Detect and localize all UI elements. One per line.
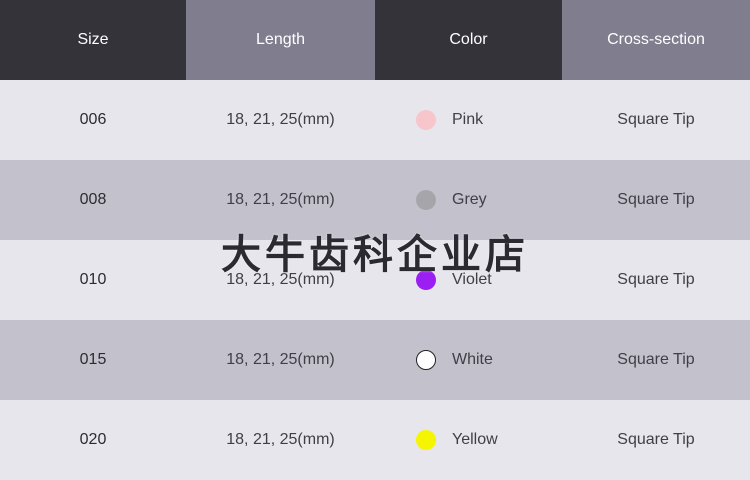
size-cell: 006 bbox=[79, 111, 107, 128]
color-cell: Yellow bbox=[375, 400, 562, 480]
length-cell: 18, 21, 25(mm) bbox=[226, 191, 335, 208]
length-cell: 18, 21, 25(mm) bbox=[226, 111, 335, 128]
length-cell: 18, 21, 25(mm) bbox=[226, 431, 335, 448]
color-cell: Violet bbox=[375, 240, 562, 320]
cross-section-cell: Square Tip bbox=[617, 191, 695, 208]
spec-table: Size Length Color Cross-section 006 18, … bbox=[0, 0, 750, 480]
length-cell: 18, 21, 25(mm) bbox=[226, 351, 335, 368]
length-cell: 18, 21, 25(mm) bbox=[226, 271, 335, 288]
color-swatch-icon bbox=[416, 270, 436, 290]
table-row: 010 18, 21, 25(mm) Violet Square Tip bbox=[0, 240, 750, 320]
table-row: 008 18, 21, 25(mm) Grey Square Tip bbox=[0, 160, 750, 240]
color-cell: Pink bbox=[375, 80, 562, 160]
header-length: Length bbox=[186, 0, 375, 80]
color-name: Pink bbox=[452, 111, 484, 128]
header-cross-section: Cross-section bbox=[562, 0, 750, 80]
header-color: Color bbox=[375, 0, 562, 80]
color-name: Violet bbox=[452, 271, 492, 288]
color-name: Yellow bbox=[452, 431, 498, 448]
size-cell: 008 bbox=[79, 191, 107, 208]
color-swatch-icon bbox=[416, 190, 436, 210]
color-swatch-icon bbox=[416, 430, 436, 450]
header-size: Size bbox=[0, 0, 186, 80]
table-header: Size Length Color Cross-section bbox=[0, 0, 750, 80]
size-cell: 020 bbox=[79, 431, 107, 448]
cross-section-cell: Square Tip bbox=[617, 431, 695, 448]
color-cell: Grey bbox=[375, 160, 562, 240]
color-cell: White bbox=[375, 320, 562, 400]
color-swatch-icon bbox=[416, 110, 436, 130]
cross-section-cell: Square Tip bbox=[617, 271, 695, 288]
table-row: 006 18, 21, 25(mm) Pink Square Tip bbox=[0, 80, 750, 160]
cross-section-cell: Square Tip bbox=[617, 111, 695, 128]
color-name: White bbox=[452, 351, 493, 368]
table-row: 020 18, 21, 25(mm) Yellow Square Tip bbox=[0, 400, 750, 480]
table-row: 015 18, 21, 25(mm) White Square Tip bbox=[0, 320, 750, 400]
color-swatch-icon bbox=[416, 350, 436, 370]
size-cell: 010 bbox=[79, 271, 107, 288]
color-name: Grey bbox=[452, 191, 487, 208]
cross-section-cell: Square Tip bbox=[617, 351, 695, 368]
size-cell: 015 bbox=[79, 351, 107, 368]
